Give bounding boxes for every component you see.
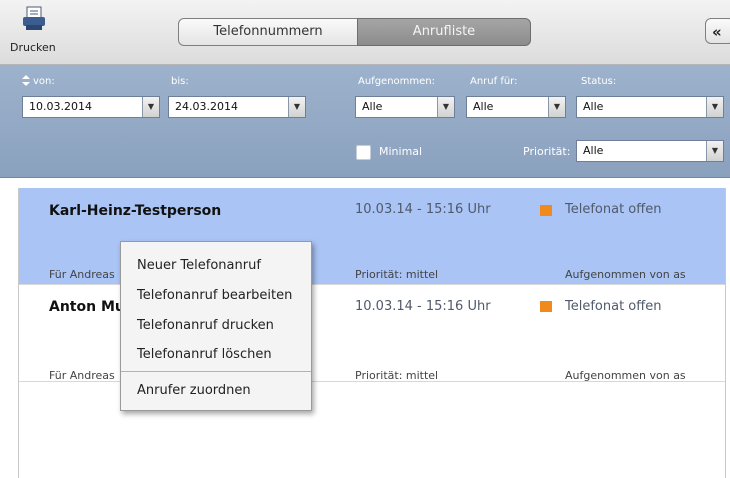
call-status: Telefonat offen — [565, 202, 662, 217]
call-datetime: 10.03.14 - 15:16 Uhr — [355, 202, 491, 217]
menu-item-new-call[interactable]: Neuer Telefonanruf — [137, 258, 261, 273]
to-date-value: 24.03.2014 — [175, 100, 238, 113]
status-value: Alle — [583, 100, 604, 113]
menu-item-assign-caller[interactable]: Anrufer zuordnen — [137, 383, 251, 398]
print-button[interactable]: Drucken — [8, 6, 60, 60]
from-date-value: 10.03.2014 — [29, 100, 92, 113]
taken-label: Aufgenommen: — [358, 76, 435, 87]
call-status: Telefonat offen — [565, 299, 662, 314]
call-for-label: Anruf für: — [470, 76, 518, 87]
dropdown-arrow-icon: ▼ — [142, 97, 159, 117]
tab-phone-numbers[interactable]: Telefonnummern — [178, 18, 358, 46]
status-open-icon — [540, 301, 552, 312]
dropdown-arrow-icon: ▼ — [437, 97, 454, 117]
call-datetime: 10.03.14 - 15:16 Uhr — [355, 299, 491, 314]
minimal-label: Minimal — [379, 145, 423, 158]
status-open-icon — [540, 205, 552, 216]
call-priority: Priorität: mittel — [355, 369, 439, 382]
dropdown-arrow-icon: ▼ — [288, 97, 305, 117]
menu-item-edit-call[interactable]: Telefonanruf bearbeiten — [137, 288, 292, 303]
from-date-select[interactable]: 10.03.2014 ▼ — [22, 96, 160, 118]
to-label: bis: — [171, 76, 189, 87]
taken-by: Aufgenommen von as — [565, 268, 686, 281]
sort-icon — [22, 75, 30, 86]
priority-value: Alle — [583, 144, 604, 157]
dropdown-arrow-icon: ▼ — [706, 141, 723, 161]
call-for: Für Andreas — [49, 268, 115, 281]
status-select[interactable]: Alle ▼ — [576, 96, 724, 118]
caller-name: Karl-Heinz-Testperson — [49, 203, 222, 219]
collapse-button[interactable]: « — [705, 18, 730, 44]
menu-item-delete-call[interactable]: Telefonanruf löschen — [137, 347, 272, 362]
taken-select[interactable]: Alle ▼ — [355, 96, 455, 118]
menu-separator — [121, 371, 311, 372]
context-menu: Neuer Telefonanruf Telefonanruf bearbeit… — [120, 241, 312, 411]
from-label: von: — [33, 76, 55, 87]
menu-item-print-call[interactable]: Telefonanruf drucken — [137, 318, 274, 333]
dropdown-arrow-icon: ▼ — [548, 97, 565, 117]
status-label: Status: — [581, 76, 617, 87]
printer-icon — [23, 6, 45, 30]
call-for: Für Andreas — [49, 369, 115, 382]
tab-call-list[interactable]: Anrufliste — [357, 18, 531, 46]
print-label: Drucken — [10, 41, 56, 54]
caller-name: Anton Mu — [49, 299, 125, 315]
toolbar: Drucken Telefonnummern Anrufliste « — [0, 0, 730, 65]
taken-by: Aufgenommen von as — [565, 369, 686, 382]
call-for-select[interactable]: Alle ▼ — [466, 96, 566, 118]
priority-select[interactable]: Alle ▼ — [576, 140, 724, 162]
to-date-select[interactable]: 24.03.2014 ▼ — [168, 96, 306, 118]
dropdown-arrow-icon: ▼ — [706, 97, 723, 117]
priority-label: Priorität: — [523, 145, 571, 158]
call-priority: Priorität: mittel — [355, 268, 439, 281]
minimal-checkbox[interactable] — [356, 145, 371, 160]
call-for-value: Alle — [473, 100, 494, 113]
taken-value: Alle — [362, 100, 383, 113]
